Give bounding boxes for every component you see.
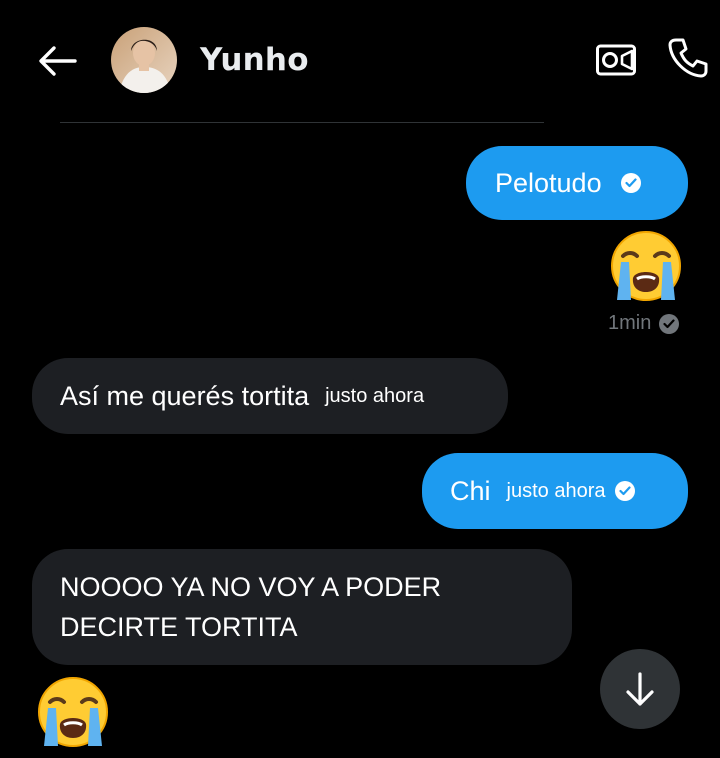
message-text: Chi: [450, 476, 491, 506]
timestamp-text: 1min: [608, 312, 652, 334]
header-divider: [60, 122, 544, 123]
message-text: Pelotudo: [495, 168, 602, 198]
message-bubble-received[interactable]: Así me querés tortita justo ahora: [32, 358, 508, 434]
arrow-left-icon: [39, 46, 77, 76]
message-bubble-sent[interactable]: Chi justo ahora: [422, 453, 688, 529]
read-check-icon: [615, 481, 636, 501]
message-bubble-received[interactable]: NOOOO YA NO VOY A PODER DECIRTE TORTITA: [32, 549, 572, 665]
read-check-icon: [659, 313, 680, 334]
message-time: justo ahora: [325, 384, 425, 407]
conversation-header: Yunho: [0, 0, 720, 120]
message-text: Así me querés tortita: [60, 381, 310, 411]
video-call-button[interactable]: [592, 37, 640, 83]
back-button[interactable]: [34, 38, 80, 84]
phone-icon: [668, 38, 708, 78]
avatar[interactable]: [111, 27, 177, 93]
loudly-crying-face-icon[interactable]: [607, 228, 685, 306]
scroll-to-bottom-button[interactable]: [600, 649, 680, 729]
contact-name[interactable]: Yunho: [200, 40, 309, 80]
message-time: justo ahora: [506, 479, 606, 502]
message-timestamp: 1min: [608, 312, 680, 335]
loudly-crying-face-icon[interactable]: [34, 674, 112, 752]
arrow-down-icon: [626, 672, 654, 706]
read-check-icon: [620, 173, 641, 193]
voice-call-button[interactable]: [664, 34, 712, 82]
video-camera-icon: [596, 44, 636, 76]
avatar-photo: [111, 27, 177, 93]
message-bubble-sent[interactable]: Pelotudo: [466, 146, 688, 220]
message-text: NOOOO YA NO VOY A PODER DECIRTE TORTITA: [60, 572, 442, 642]
